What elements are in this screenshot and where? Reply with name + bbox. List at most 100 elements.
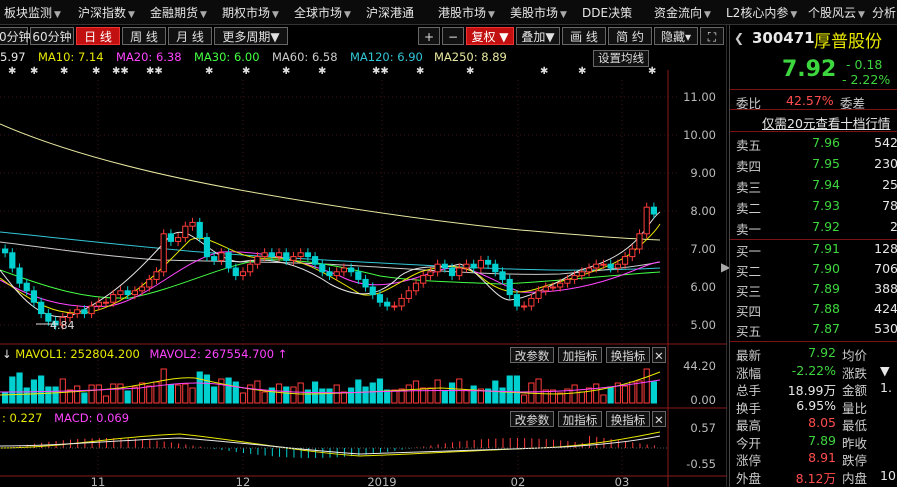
ask-label: 卖三 — [736, 180, 762, 195]
x-axis-label: 11 — [91, 475, 106, 487]
candle-body — [319, 263, 326, 273]
ask-row-5[interactable]: 卖一 7.92 2 — [736, 219, 897, 237]
ask-price: 7.92 — [812, 219, 840, 234]
macd-add-indicator-button[interactable]: 加指标 — [558, 411, 602, 427]
candle-body — [117, 290, 124, 296]
volume-bar — [239, 392, 247, 404]
stat-row: 外盘 8.12万内盘 10. — [736, 468, 897, 486]
candle-body — [484, 259, 492, 265]
ask-row-2[interactable]: 卖四 7.95 230 — [736, 156, 897, 174]
candle-body — [405, 290, 412, 299]
candle-body — [153, 271, 160, 280]
candle-body — [398, 297, 405, 307]
candlesticks[interactable] — [2, 202, 657, 330]
ask-volume: 2 — [890, 219, 897, 234]
volume-bar — [52, 386, 59, 404]
candle-body — [290, 256, 297, 261]
stat-row: 最新 7.92 均价 — [736, 345, 897, 363]
candle-body — [189, 221, 196, 227]
ask-volume: 78 — [882, 198, 897, 213]
candle-body — [239, 271, 247, 277]
candle-body — [499, 271, 506, 280]
volume-switch-indicator-button[interactable]: 换指标 — [606, 347, 650, 363]
volume-bar — [607, 386, 614, 404]
volume-bar — [88, 384, 95, 404]
bid-price: 7.91 — [812, 241, 840, 256]
volume-edit-params-button[interactable]: 改参数 — [510, 347, 554, 363]
stat-value: 7.89 — [808, 432, 836, 448]
menu-item-analysis[interactable]: 分析 — [872, 4, 896, 21]
candle-body — [2, 248, 9, 254]
volume-bar — [275, 383, 283, 404]
menu-item-l2[interactable]: L2核心内参 ▼ — [726, 4, 797, 21]
candle-body — [88, 305, 95, 315]
candle-body — [225, 252, 232, 269]
level2-promo-link[interactable]: 仅需20元查看十档行情 — [762, 113, 890, 132]
candle-body — [614, 263, 621, 269]
macd-close-icon[interactable]: ✕ — [652, 411, 666, 427]
volume-bar — [369, 382, 376, 404]
ask-row-4[interactable]: 卖二 7.93 78 — [736, 198, 897, 216]
volume-bar — [74, 385, 81, 404]
bid-row-2[interactable]: 买二 7.90 706 — [736, 261, 897, 279]
macd-switch-indicator-button[interactable]: 换指标 — [606, 411, 650, 427]
volume-add-indicator-button[interactable]: 加指标 — [558, 347, 602, 363]
candle-body — [441, 263, 448, 269]
last-price: 7.92 — [782, 57, 837, 82]
candle-body — [16, 267, 23, 284]
prev-stock-icon[interactable]: ❮ — [734, 31, 744, 45]
bid-label: 买二 — [736, 264, 762, 279]
volume-bar — [340, 391, 348, 404]
volume-bar — [9, 376, 16, 404]
volume-axis-top: 44.20 — [683, 359, 716, 373]
chevron-down-icon: ▼ — [858, 10, 865, 20]
volume-bar — [102, 395, 110, 404]
candle-body — [9, 252, 16, 269]
bid-row-4[interactable]: 买四 7.88 424 — [736, 301, 897, 319]
candle-body — [448, 267, 456, 277]
candle-body — [571, 275, 578, 280]
volume-bar — [319, 388, 326, 404]
candle-body — [175, 237, 182, 242]
ask-row-1[interactable]: 卖五 7.96 542 — [736, 135, 897, 153]
ask-row-3[interactable]: 卖三 7.94 25 — [736, 177, 897, 195]
volume-bars[interactable] — [2, 368, 657, 404]
stat-label-2: 昨收 — [842, 435, 868, 451]
stat-label-2: 均价 — [842, 348, 868, 363]
candle-body — [283, 252, 290, 261]
x-axis-label: 02 — [511, 475, 526, 487]
price-axis-label: 9.00 — [690, 166, 716, 180]
candle-body — [81, 309, 88, 315]
bid-row-3[interactable]: 买三 7.89 388 — [736, 281, 897, 299]
x-axis-label: 03 — [615, 475, 630, 487]
candle-body — [95, 301, 102, 307]
candle-body — [333, 271, 340, 277]
bid-row-1[interactable]: 买一 7.91 128 — [736, 241, 897, 259]
candle-body — [506, 278, 513, 296]
volume-bar — [182, 383, 189, 404]
candle-body — [384, 301, 391, 307]
volume-bar — [146, 385, 153, 404]
macd-edit-params-button[interactable]: 改参数 — [510, 411, 554, 427]
candle-body — [167, 233, 175, 242]
volume-close-icon[interactable]: ✕ — [652, 347, 666, 363]
ask-price: 7.93 — [812, 198, 840, 213]
volume-bar — [506, 375, 513, 404]
candle-body — [463, 263, 470, 269]
macd-axis-top: 0.57 — [690, 421, 716, 435]
candle-body — [477, 259, 484, 269]
menu-item-stock-news[interactable]: 个股风云 ▼ — [808, 4, 865, 21]
bid-row-5[interactable]: 买五 7.87 530 — [736, 321, 897, 339]
candle-body — [74, 309, 81, 315]
candle-body — [542, 286, 549, 292]
stat-label: 涨停 — [736, 453, 762, 468]
stat-value: -2.22% — [791, 362, 836, 378]
volume-bar — [405, 384, 412, 404]
quote-panel: ❮ 300471 厚普股份 7.92 - 0.18 - 2.22% 委比 42.… — [729, 25, 897, 487]
stat-label-2: 跌停 — [842, 453, 868, 468]
volume-bar — [326, 388, 333, 404]
macd-axis-bottom: -0.55 — [686, 457, 716, 471]
volume-bar — [160, 368, 167, 404]
volume-bar — [470, 385, 477, 404]
volume-bar — [16, 372, 23, 404]
